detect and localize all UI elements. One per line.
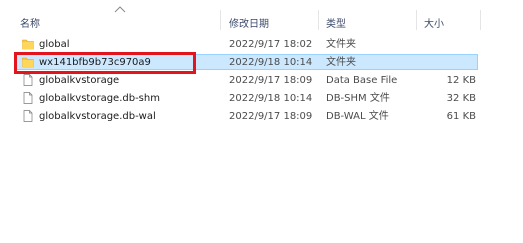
file-type: 文件夹 — [326, 39, 356, 50]
file-size: 32 KB — [446, 93, 476, 104]
file-icon — [23, 74, 33, 86]
file-date-modified: 2022/9/18 10:14 — [229, 57, 313, 68]
folder-icon — [22, 39, 34, 50]
file-icon — [23, 92, 33, 104]
red-highlight-annotation — [14, 52, 196, 74]
column-divider[interactable] — [480, 10, 481, 30]
file-type: Data Base File — [326, 75, 398, 86]
file-date-modified: 2022/9/17 18:02 — [229, 39, 313, 50]
sort-ascending-icon[interactable] — [114, 5, 126, 13]
file-date-modified: 2022/9/17 18:09 — [229, 111, 313, 122]
file-date-modified: 2022/9/17 18:09 — [229, 75, 313, 86]
file-row[interactable]: globalkvstorage 2022/9/17 18:09 Data Bas… — [0, 72, 523, 89]
file-type: DB-WAL 文件 — [326, 111, 389, 122]
file-size: 12 KB — [446, 75, 476, 86]
file-size: 61 KB — [446, 111, 476, 122]
file-name: globalkvstorage.db-wal — [39, 111, 156, 122]
file-date-modified: 2022/9/18 10:14 — [229, 93, 313, 104]
file-row[interactable]: globalkvstorage.db-shm 2022/9/18 10:14 D… — [0, 90, 523, 107]
file-row[interactable]: global 2022/9/17 18:02 文件夹 — [0, 36, 523, 53]
file-name: globalkvstorage — [39, 75, 120, 86]
column-header-size[interactable]: 大小 — [424, 15, 444, 30]
file-row[interactable]: globalkvstorage.db-wal 2022/9/17 18:09 D… — [0, 108, 523, 125]
column-header-type[interactable]: 类型 — [326, 15, 346, 30]
column-header-name[interactable]: 名称 — [20, 15, 40, 30]
file-explorer: 名称 修改日期 类型 大小 global 2022/9/17 18:02 文件夹… — [0, 0, 523, 243]
file-icon — [23, 110, 33, 122]
column-divider[interactable] — [318, 10, 319, 30]
column-divider[interactable] — [220, 10, 221, 30]
file-name: globalkvstorage.db-shm — [39, 93, 160, 104]
column-divider[interactable] — [416, 10, 417, 30]
file-type: 文件夹 — [326, 57, 356, 68]
column-header-date-modified[interactable]: 修改日期 — [229, 15, 269, 30]
column-header: 名称 修改日期 类型 大小 — [0, 0, 523, 36]
file-name: global — [39, 39, 70, 50]
file-type: DB-SHM 文件 — [326, 93, 390, 104]
